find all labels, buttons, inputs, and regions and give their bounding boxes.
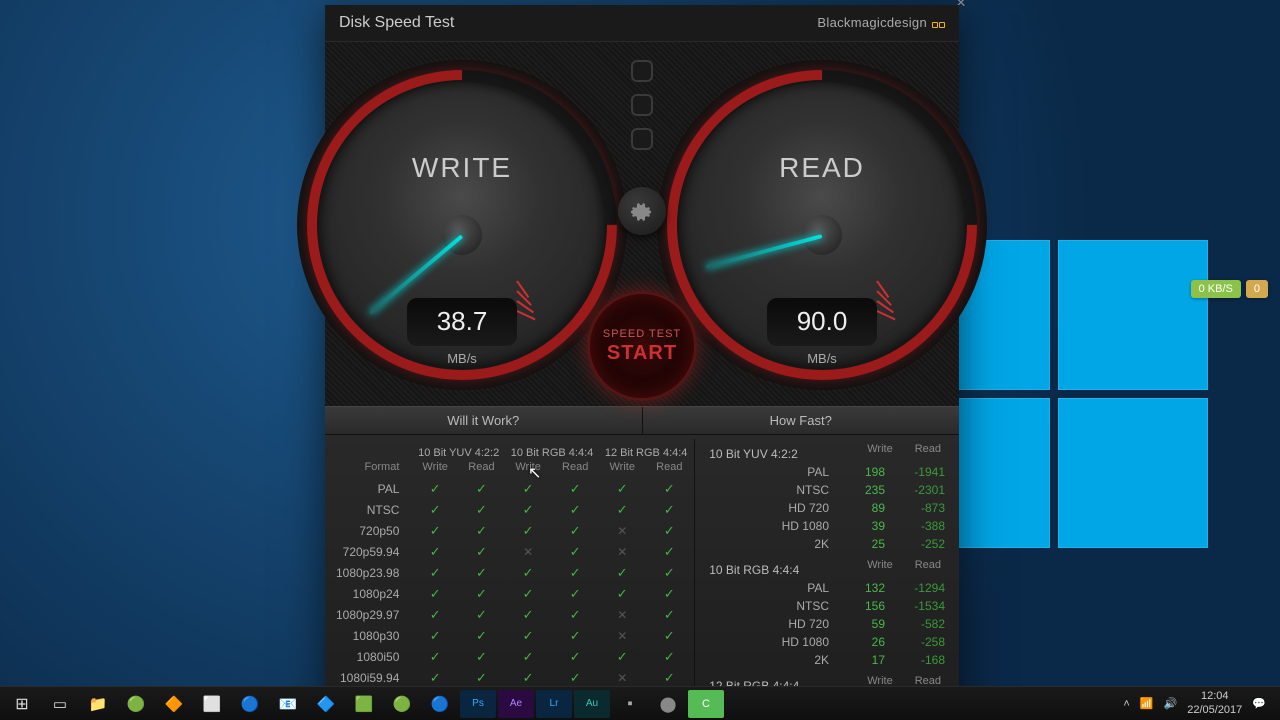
app-icon-5[interactable]: ⬤ <box>650 690 686 718</box>
table-row: NTSC156-1534 <box>709 597 945 615</box>
table-row: HD 108026-258 <box>709 633 945 651</box>
write-readout: 38.7 MB/s <box>407 298 517 346</box>
notifications-icon[interactable]: 💬 <box>1252 697 1266 710</box>
brand-logo: Blackmagicdesign <box>817 15 945 31</box>
terminal-icon[interactable]: ▪ <box>612 690 648 718</box>
aftereffects-icon[interactable]: Ae <box>498 690 534 718</box>
lightroom-icon[interactable]: Lr <box>536 690 572 718</box>
will-it-work-table: 10 Bit YUV 4:2:210 Bit RGB 4:4:412 Bit R… <box>325 439 695 710</box>
table-row: 720p50✓✓✓✓✕✓ <box>327 521 692 540</box>
how-fast-header: How Fast? <box>643 407 960 434</box>
settings-button[interactable] <box>618 187 666 235</box>
skype-icon[interactable]: 🟢 <box>118 690 154 718</box>
table-row: 1080p30✓✓✓✓✕✓ <box>327 626 692 645</box>
results-panel: Will it Work? How Fast? 10 Bit YUV 4:2:2… <box>325 406 959 720</box>
app-icon-4[interactable]: 🔵 <box>422 690 458 718</box>
chrome-icon[interactable]: 🔵 <box>232 690 268 718</box>
table-row: PAL198-1941 <box>709 463 945 481</box>
table-row: NTSC235-2301 <box>709 481 945 499</box>
tray-up-icon[interactable]: ˄ <box>1123 698 1129 710</box>
net-count: 0 <box>1246 280 1268 298</box>
photoshop-icon[interactable]: Ps <box>460 690 496 718</box>
table-row: PAL132-1294 <box>709 579 945 597</box>
indicator-3 <box>631 128 653 150</box>
write-unit: MB/s <box>447 351 477 366</box>
app-icon-6[interactable]: C <box>688 690 724 718</box>
net-speed: 0 KB/S <box>1191 280 1241 298</box>
table-row: 2K17-168 <box>709 651 945 669</box>
audition-icon[interactable]: Au <box>574 690 610 718</box>
gauges-panel: WRITE 38.7 MB/s READ 90.0 MB/s <box>325 41 959 406</box>
camtasia-icon[interactable]: 🟩 <box>346 690 382 718</box>
disk-speed-test-window: ✕ Disk Speed Test Blackmagicdesign WRITE… <box>325 5 959 720</box>
table-row: 1080i59.94✓✓✓✓✕✓ <box>327 668 692 687</box>
table-row: 1080i50✓✓✓✓✓✓ <box>327 647 692 666</box>
write-gauge: WRITE 38.7 MB/s <box>297 60 627 390</box>
read-value: 90.0 <box>767 306 877 337</box>
app-icon-1[interactable]: 🔶 <box>156 690 192 718</box>
taskbar[interactable]: ⊞ ▭ 📁 🟢 🔶 ⬜ 🔵 📧 🔷 🟩 🟢 🔵 Ps Ae Lr Au ▪ ⬤ … <box>0 686 1280 720</box>
taskbar-clock[interactable]: 12:04 22/05/2017 <box>1187 690 1242 716</box>
app-icon-2[interactable]: ⬜ <box>194 690 230 718</box>
center-indicators <box>602 60 682 235</box>
start-label-2: START <box>607 342 677 365</box>
how-fast-table: 10 Bit YUV 4:2:2WriteReadPAL198-1941NTSC… <box>695 439 959 710</box>
file-explorer-icon[interactable]: 📁 <box>80 690 116 718</box>
read-gauge: READ 90.0 MB/s <box>657 60 987 390</box>
table-row: HD 72059-582 <box>709 615 945 633</box>
start-button[interactable]: SPEED TEST START <box>587 291 697 401</box>
app-icon-3[interactable]: 🟢 <box>384 690 420 718</box>
indicator-1 <box>631 60 653 82</box>
start-label-1: SPEED TEST <box>603 328 681 340</box>
will-it-work-header: Will it Work? <box>325 407 643 434</box>
outlook-icon[interactable]: 📧 <box>270 690 306 718</box>
table-row: NTSC✓✓✓✓✓✓ <box>327 500 692 519</box>
network-badge: 0 KB/S 0 <box>1191 280 1268 298</box>
teamviewer-icon[interactable]: 🔷 <box>308 690 344 718</box>
read-readout: 90.0 MB/s <box>767 298 877 346</box>
read-unit: MB/s <box>807 351 837 366</box>
tray-volume-icon[interactable]: 🔊 <box>1164 697 1178 710</box>
write-value: 38.7 <box>407 306 517 337</box>
table-row: 1080p29.97✓✓✓✓✕✓ <box>327 605 692 624</box>
start-menu-button[interactable]: ⊞ <box>4 690 40 718</box>
table-row: HD 72089-873 <box>709 499 945 517</box>
table-row: 720p59.94✓✓✕✓✕✓ <box>327 542 692 561</box>
app-title: Disk Speed Test <box>339 14 454 32</box>
read-gauge-label: READ <box>657 152 987 184</box>
table-row: PAL✓✓✓✓✓✓ <box>327 479 692 498</box>
table-row: 1080p24✓✓✓✓✓✓ <box>327 584 692 603</box>
indicator-2 <box>631 94 653 116</box>
table-row: 1080p23.98✓✓✓✓✓✓ <box>327 563 692 582</box>
table-row: 2K25-252 <box>709 535 945 553</box>
gear-icon <box>630 199 654 223</box>
task-view-icon[interactable]: ▭ <box>42 690 78 718</box>
table-row: HD 108039-388 <box>709 517 945 535</box>
titlebar[interactable]: Disk Speed Test Blackmagicdesign <box>325 5 959 41</box>
write-gauge-label: WRITE <box>297 152 627 184</box>
tray-wifi-icon[interactable]: 📶 <box>1140 697 1154 710</box>
